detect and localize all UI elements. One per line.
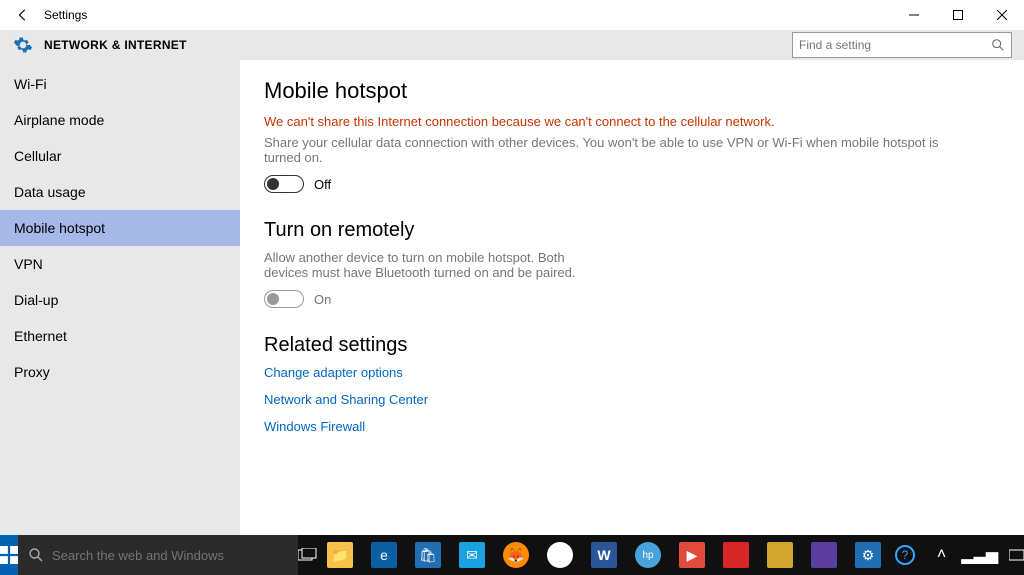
tray-chevron-up[interactable]: ˄ <box>926 535 956 575</box>
sidebar-item-label: Airplane mode <box>14 112 104 128</box>
app-word[interactable]: W <box>582 535 626 575</box>
sidebar-item-vpn[interactable]: VPN <box>0 246 240 282</box>
cellular-icon: ▂▃▅ <box>961 545 998 565</box>
folder-icon: 📁 <box>327 542 353 568</box>
sidebar-item-proxy[interactable]: Proxy <box>0 354 240 390</box>
link-network-sharing-center[interactable]: Network and Sharing Center <box>264 392 1000 407</box>
link-windows-firewall[interactable]: Windows Firewall <box>264 419 1000 434</box>
edge-icon: e <box>371 542 397 568</box>
search-icon <box>28 547 44 563</box>
app-mail[interactable]: ✉ <box>450 535 494 575</box>
category-title: NETWORK & INTERNET <box>44 38 187 52</box>
app-icon <box>767 542 793 568</box>
link-change-adapter-options[interactable]: Change adapter options <box>264 365 1000 380</box>
app-icon <box>811 542 837 568</box>
taskbar-search-input[interactable] <box>52 548 288 563</box>
search-icon <box>991 38 1005 52</box>
sidebar-item-airplane-mode[interactable]: Airplane mode <box>0 102 240 138</box>
tray-cellular[interactable]: ▂▃▅ <box>963 535 997 575</box>
toggle-knob <box>267 178 279 190</box>
remote-toggle <box>264 290 304 308</box>
settings-header: NETWORK & INTERNET <box>0 30 1024 60</box>
toggle-knob <box>267 293 279 305</box>
page-title: Mobile hotspot <box>264 78 1000 104</box>
remote-toggle-label: On <box>314 292 331 307</box>
store-icon: 🛍 <box>415 542 441 568</box>
error-message: We can't share this Internet connection … <box>264 114 1000 129</box>
hotspot-toggle-row: Off <box>264 175 1000 193</box>
close-icon <box>997 10 1007 20</box>
arrow-left-icon <box>16 8 30 22</box>
app-red[interactable] <box>714 535 758 575</box>
taskbar-search[interactable] <box>18 535 298 575</box>
taskbar-apps: 📁 e 🛍 ✉ 🦊 ◉ W hp ▶ ⚙ <box>318 535 890 575</box>
play-icon: ▶ <box>679 542 705 568</box>
tray-help[interactable]: ? <box>890 535 920 575</box>
content-pane: Mobile hotspot We can't share this Inter… <box>240 60 1024 535</box>
task-view-icon <box>298 548 318 562</box>
back-button[interactable] <box>10 2 36 28</box>
sidebar-item-label: Mobile hotspot <box>14 220 105 236</box>
minimize-icon <box>909 10 919 20</box>
sidebar-item-label: VPN <box>14 256 43 272</box>
gear-icon: ⚙ <box>855 542 881 568</box>
tray-battery[interactable] <box>1003 535 1024 575</box>
sidebar-item-wifi[interactable]: Wi-Fi <box>0 66 240 102</box>
settings-search[interactable] <box>792 32 1012 58</box>
maximize-button[interactable] <box>936 0 980 30</box>
app-purple[interactable] <box>802 535 846 575</box>
hotspot-toggle[interactable] <box>264 175 304 193</box>
remote-toggle-row: On <box>264 290 1000 308</box>
close-button[interactable] <box>980 0 1024 30</box>
sidebar-item-cellular[interactable]: Cellular <box>0 138 240 174</box>
sidebar-item-dial-up[interactable]: Dial-up <box>0 282 240 318</box>
app-firefox[interactable]: 🦊 <box>494 535 538 575</box>
sidebar-item-label: Proxy <box>14 364 50 380</box>
word-icon: W <box>591 542 617 568</box>
sidebar-item-mobile-hotspot[interactable]: Mobile hotspot <box>0 210 240 246</box>
section-heading-related: Related settings <box>264 334 1000 357</box>
minimize-button[interactable] <box>892 0 936 30</box>
app-file-explorer[interactable]: 📁 <box>318 535 362 575</box>
taskbar: 📁 e 🛍 ✉ 🦊 ◉ W hp ▶ ⚙ ? ˄ ▂▃▅ 🔊 3:28 PM 2… <box>0 535 1024 575</box>
gear-icon <box>12 34 34 56</box>
sidebar-item-label: Ethernet <box>14 328 67 344</box>
system-tray: ? ˄ ▂▃▅ 🔊 3:28 PM 29-May-16 <box>890 535 1024 575</box>
sidebar-item-label: Data usage <box>14 184 86 200</box>
section-desc-remote: Allow another device to turn on mobile h… <box>264 250 584 280</box>
start-button[interactable] <box>0 535 18 575</box>
task-view-button[interactable] <box>298 535 318 575</box>
sidebar-item-label: Cellular <box>14 148 61 164</box>
page-description: Share your cellular data connection with… <box>264 135 944 165</box>
app-icon <box>723 542 749 568</box>
app-hp[interactable]: hp <box>626 535 670 575</box>
sidebar-item-data-usage[interactable]: Data usage <box>0 174 240 210</box>
app-store[interactable]: 🛍 <box>406 535 450 575</box>
maximize-icon <box>953 10 963 20</box>
app-settings[interactable]: ⚙ <box>846 535 890 575</box>
hotspot-toggle-label: Off <box>314 177 331 192</box>
windows-icon <box>0 546 18 564</box>
chrome-icon: ◉ <box>547 542 573 568</box>
app-gold[interactable] <box>758 535 802 575</box>
search-input[interactable] <box>799 38 991 52</box>
battery-icon <box>1009 549 1024 561</box>
app-media[interactable]: ▶ <box>670 535 714 575</box>
chevron-up-icon: ˄ <box>937 546 946 564</box>
app-chrome[interactable]: ◉ <box>538 535 582 575</box>
window-title: Settings <box>44 8 87 22</box>
section-heading-remote: Turn on remotely <box>264 219 1000 242</box>
sidebar-item-label: Dial-up <box>14 292 58 308</box>
hp-icon: hp <box>635 542 661 568</box>
sidebar-item-label: Wi-Fi <box>14 76 47 92</box>
mail-icon: ✉ <box>459 542 485 568</box>
sidebar-item-ethernet[interactable]: Ethernet <box>0 318 240 354</box>
firefox-icon: 🦊 <box>503 542 529 568</box>
titlebar: Settings <box>0 0 1024 30</box>
sidebar: Wi-Fi Airplane mode Cellular Data usage … <box>0 60 240 535</box>
help-icon: ? <box>895 545 915 565</box>
svg-text:?: ? <box>902 548 909 562</box>
app-edge[interactable]: e <box>362 535 406 575</box>
